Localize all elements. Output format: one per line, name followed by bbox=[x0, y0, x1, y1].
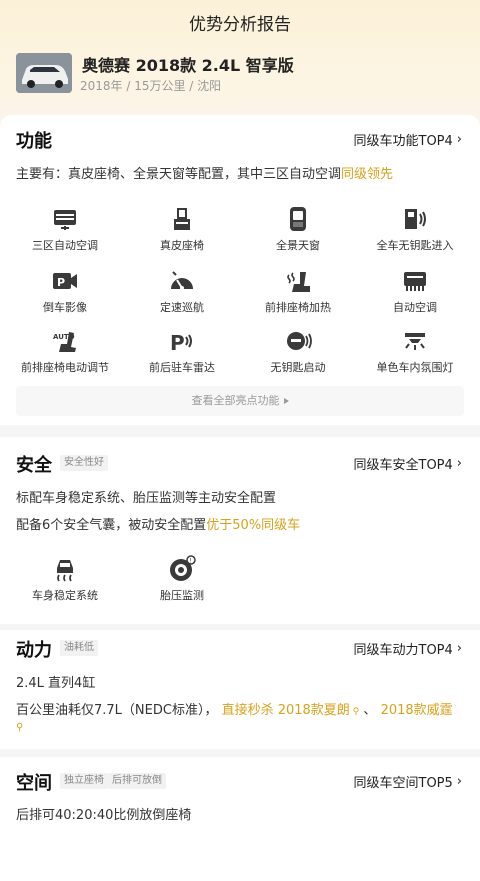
safety-item-label: 车身稳定系统 bbox=[32, 589, 98, 602]
safety-line-2-text: 配备6个安全气囊，被动安全配置 bbox=[16, 518, 207, 533]
feature-label: 前排座椅加热 bbox=[265, 301, 331, 314]
chevron-right-icon: › bbox=[456, 774, 462, 789]
car-meta: 2018年 / 15万公里 / 沈阳 bbox=[80, 79, 222, 93]
features-rank-link[interactable]: 同级车功能TOP4 › bbox=[354, 130, 463, 149]
safety-tag: 安全性好 bbox=[60, 455, 108, 471]
space-rank-label: 同级车空间TOP5 bbox=[353, 776, 453, 791]
features-summary-highlight: 同级领先 bbox=[341, 167, 394, 182]
safety-rank-link[interactable]: 同级车安全TOP4 › bbox=[354, 454, 463, 473]
feature-label: 倒车影像 bbox=[43, 301, 87, 314]
feature-label: 单色车内氛围灯 bbox=[376, 361, 454, 374]
svg-text:AUTO: AUTO bbox=[53, 333, 75, 341]
safety-line-1: 标配车身稳定系统、胎压监测等主动安全配置 bbox=[16, 491, 277, 506]
features-rank-label: 同级车功能TOP4 bbox=[353, 134, 453, 149]
safety-item-label: 胎压监测 bbox=[160, 589, 204, 602]
svg-text:P: P bbox=[57, 276, 65, 289]
safety-item: 车身稳定系统 bbox=[5, 555, 125, 603]
power-rank-label: 同级车动力TOP4 bbox=[353, 643, 453, 658]
space-card: 空间 独立座椅 后排可放倒 同级车空间TOP5 › 后排可40:20:40比例放… bbox=[0, 749, 480, 881]
view-all-features-button[interactable]: 查看全部亮点功能 bbox=[16, 386, 464, 416]
svg-text:!: ! bbox=[190, 558, 192, 565]
compare-link-2-label: 2018款威霆 bbox=[380, 703, 453, 718]
reverse-camera-icon: P bbox=[51, 267, 79, 295]
safety-title: 安全 bbox=[16, 455, 52, 476]
tire-pressure-icon: ! bbox=[168, 555, 196, 583]
ambient-light-icon bbox=[401, 327, 429, 355]
feature-label: 定速巡航 bbox=[160, 301, 204, 314]
keyless-entry-icon bbox=[401, 205, 429, 233]
power-rank-link[interactable]: 同级车动力TOP4 › bbox=[354, 639, 463, 658]
feature-label: 全景天窗 bbox=[276, 239, 320, 252]
space-desc: 后排可40:20:40比例放倒座椅 bbox=[16, 808, 192, 823]
feature-label: 前后驻车雷达 bbox=[149, 361, 215, 374]
feature-item: 单色车内氛围灯 bbox=[355, 327, 475, 375]
feature-item: 全景天窗 bbox=[238, 205, 358, 253]
feature-label: 无钥匙启动 bbox=[270, 361, 326, 374]
feature-item: P 前后驻车雷达 bbox=[122, 327, 242, 375]
feature-item: 定速巡航 bbox=[122, 267, 242, 315]
feature-item: 真皮座椅 bbox=[122, 205, 242, 253]
chevron-right-icon: › bbox=[456, 456, 462, 471]
power-tag: 油耗低 bbox=[60, 640, 98, 656]
power-fuel: 百公里油耗仅7.7L（NEDC标准）， 直接秒杀 2018款夏朗 ⚲ 、 201… bbox=[16, 699, 453, 718]
feature-item: 前排座椅加热 bbox=[238, 267, 358, 315]
features-card: 功能 同级车功能TOP4 › 主要有：真皮座椅、全景天窗等配置，其中三区自动空调… bbox=[0, 115, 480, 425]
parking-radar-icon: P bbox=[168, 327, 196, 355]
power-engine: 2.4L 直列4缸 bbox=[16, 676, 96, 691]
feature-item: P 倒车影像 bbox=[5, 267, 125, 315]
power-seat-icon: AUTO bbox=[51, 327, 79, 355]
power-title: 动力 bbox=[16, 640, 52, 661]
car-thumbnail bbox=[16, 53, 72, 93]
safety-line-2: 配备6个安全气囊，被动安全配置优于50%同级车 bbox=[16, 514, 300, 533]
feature-item: AUTO 前排座椅电动调节 bbox=[5, 327, 125, 375]
svg-text:P: P bbox=[170, 331, 185, 355]
ac-vent-icon bbox=[51, 205, 79, 233]
feature-label: 全车无钥匙进入 bbox=[376, 239, 454, 252]
safety-card: 安全 安全性好 同级车安全TOP4 › 标配车身稳定系统、胎压监测等主动安全配置… bbox=[0, 437, 480, 624]
chevron-right-icon: › bbox=[456, 132, 462, 147]
compare-link-2[interactable]: 2018款威霆 bbox=[381, 703, 453, 718]
feature-label: 三区自动空调 bbox=[32, 239, 98, 252]
space-tag-2: 后排可放倒 bbox=[108, 773, 166, 789]
power-card: 动力 油耗低 同级车动力TOP4 › 2.4L 直列4缸 百公里油耗仅7.7L（… bbox=[0, 624, 480, 749]
triangle-right-icon bbox=[283, 398, 289, 404]
feature-label: 前排座椅电动调节 bbox=[21, 361, 109, 374]
stability-control-icon bbox=[51, 555, 79, 583]
features-summary: 主要有：真皮座椅、全景天窗等配置，其中三区自动空调同级领先 bbox=[16, 163, 393, 182]
search-icon[interactable]: ⚲ bbox=[16, 722, 23, 733]
cruise-control-icon bbox=[168, 267, 196, 295]
feature-label: 自动空调 bbox=[393, 301, 437, 314]
seat-heating-icon bbox=[284, 267, 312, 295]
space-tag-1: 独立座椅 bbox=[60, 773, 108, 789]
safety-item: ! 胎压监测 bbox=[122, 555, 242, 603]
feature-item: 三区自动空调 bbox=[5, 205, 125, 253]
keyless-start-icon bbox=[284, 327, 312, 355]
power-fuel-text: 百公里油耗仅7.7L（NEDC标准）， bbox=[16, 703, 218, 718]
view-all-features-label: 查看全部亮点功能 bbox=[191, 394, 280, 407]
safety-rank-label: 同级车安全TOP4 bbox=[353, 458, 453, 473]
page-title: 优势分析报告 bbox=[189, 15, 291, 35]
safety-line-2-highlight: 优于50%同级车 bbox=[206, 518, 301, 533]
leather-seat-icon bbox=[168, 205, 196, 233]
feature-item: 全车无钥匙进入 bbox=[355, 205, 475, 253]
feature-label: 真皮座椅 bbox=[160, 239, 204, 252]
power-fuel-separator: 、 bbox=[363, 703, 377, 718]
feature-item: 自动空调 bbox=[355, 267, 475, 315]
sunroof-icon bbox=[284, 205, 312, 233]
space-title: 空间 bbox=[16, 773, 52, 794]
feature-item: 无钥匙启动 bbox=[238, 327, 358, 375]
features-title: 功能 bbox=[16, 131, 52, 152]
compare-link-1[interactable]: 直接秒杀 2018款夏朗 ⚲ bbox=[222, 703, 360, 718]
chevron-right-icon: › bbox=[456, 641, 462, 656]
space-rank-link[interactable]: 同级车空间TOP5 › bbox=[354, 772, 463, 791]
auto-ac-icon bbox=[401, 267, 429, 295]
search-icon: ⚲ bbox=[349, 707, 360, 717]
compare-link-1-label: 直接秒杀 2018款夏朗 bbox=[221, 703, 350, 718]
features-summary-text: 主要有：真皮座椅、全景天窗等配置，其中三区自动空调 bbox=[16, 167, 342, 182]
